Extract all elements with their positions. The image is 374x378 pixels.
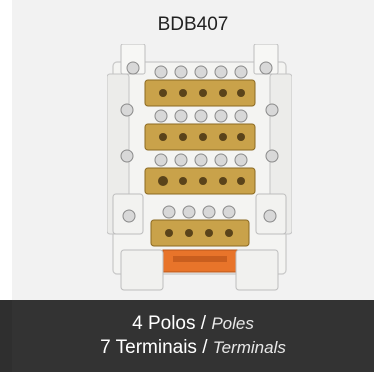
poles-en-label: Poles <box>211 314 254 333</box>
terminals-line: 7 Terminais / Terminals <box>12 336 374 360</box>
left-edge-dark-strip <box>0 300 12 372</box>
caption-bar: 4 Polos / Poles 7 Terminais / Terminals <box>12 300 374 372</box>
product-photo-panel: BDB407 <box>12 0 374 300</box>
separator: / <box>200 313 207 334</box>
product-card: BDB407 4 Polos / Poles 7 Terminais / Ter… <box>0 0 374 378</box>
poles-line: 4 Polos / Poles <box>12 312 374 336</box>
terminals-pt-label: 7 Terminais <box>100 337 197 358</box>
poles-pt-label: 4 Polos <box>132 313 196 334</box>
bottom-border <box>12 372 374 378</box>
terminals-en-label: Terminals <box>212 338 286 357</box>
model-code-title: BDB407 <box>157 14 229 35</box>
distribution-block-image <box>107 44 292 291</box>
separator: / <box>202 337 208 358</box>
